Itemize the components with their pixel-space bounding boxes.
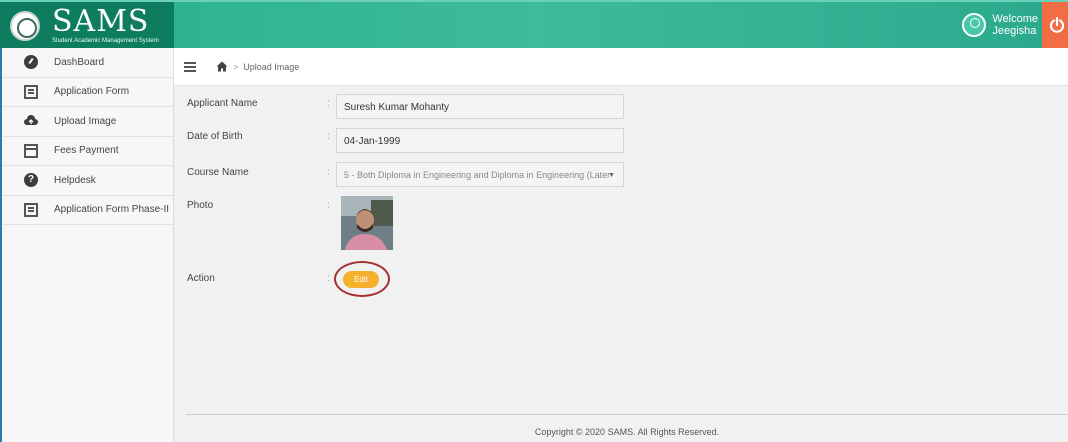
- logo-title: SAMS: [52, 4, 150, 39]
- menu-toggle-icon[interactable]: [184, 61, 196, 72]
- dashboard-icon: [24, 55, 38, 70]
- breadcrumb-current: Upload Image: [243, 61, 300, 72]
- footer: Copyright © 2020 SAMS. All Rights Reserv…: [186, 414, 1068, 442]
- colon: :: [327, 273, 330, 284]
- dob-field[interactable]: 04-Jan-1999: [336, 128, 624, 153]
- sidebar-item-label: Application Form Phase-II: [54, 204, 170, 216]
- sidebar-item-helpdesk[interactable]: ? Helpdesk: [2, 166, 173, 196]
- action-label: Action: [187, 273, 215, 284]
- dropdown-arrow-icon: ▼: [608, 172, 615, 179]
- sidebar-item-label: Fees Payment: [54, 145, 119, 157]
- odisha-seal-icon: [10, 11, 40, 41]
- sams-logo[interactable]: SAMS Student Academic Management System: [0, 2, 174, 50]
- colon: :: [327, 98, 330, 109]
- course-label: Course Name: [187, 167, 249, 178]
- sidebar-item-label: Upload Image: [54, 115, 117, 127]
- colon: :: [327, 200, 330, 211]
- logout-button[interactable]: [1042, 2, 1068, 50]
- logo-subtitle: Student Academic Management System: [52, 38, 159, 44]
- sidebar-item-label: Helpdesk: [54, 174, 96, 186]
- applicant-name-label: Applicant Name: [187, 98, 258, 109]
- sidebar-item-dashboard[interactable]: DashBoard: [2, 48, 173, 78]
- breadcrumb-separator: >: [233, 61, 239, 72]
- user-avatar-icon[interactable]: [962, 13, 987, 37]
- user-welcome[interactable]: Welcome Jeegisha: [962, 13, 1038, 37]
- form-icon: [24, 84, 38, 99]
- user-name: Jeegisha: [992, 25, 1037, 37]
- welcome-label: Welcome: [992, 13, 1038, 25]
- colon: :: [327, 167, 330, 178]
- power-icon: [1050, 17, 1064, 33]
- applicant-photo: [341, 196, 393, 250]
- sidebar-item-upload-image[interactable]: Upload Image: [2, 107, 173, 137]
- form-icon: [24, 202, 38, 217]
- cloud-upload-icon: [24, 114, 38, 128]
- course-select-value: 5 - Both Diploma in Engineering and Dipl…: [344, 170, 611, 180]
- sidebar-item-fees-payment[interactable]: Fees Payment: [2, 137, 173, 166]
- main-content: > Upload Image Applicant Name : Suresh K…: [174, 48, 1068, 442]
- colon: :: [327, 131, 330, 142]
- credit-card-icon: [24, 143, 38, 158]
- breadcrumb: > Upload Image: [174, 48, 1068, 86]
- sidebar-item-label: DashBoard: [54, 56, 105, 68]
- sidebar-item-application-form-phase-ii[interactable]: Application Form Phase-II: [2, 196, 173, 225]
- applicant-name-field[interactable]: Suresh Kumar Mohanty: [336, 94, 624, 119]
- course-select[interactable]: 5 - Both Diploma in Engineering and Dipl…: [336, 162, 624, 187]
- photo-label: Photo: [187, 200, 214, 211]
- help-icon: ?: [24, 173, 38, 188]
- edit-button[interactable]: Edit: [343, 271, 379, 288]
- sidebar-item-application-form[interactable]: Application Form: [2, 78, 173, 107]
- home-icon[interactable]: [216, 61, 228, 72]
- sidebar-nav: DashBoard Application Form Upload Image …: [0, 48, 174, 442]
- top-header: SAMS Student Academic Management System …: [0, 0, 1068, 50]
- dob-label: Date of Birth: [187, 131, 243, 142]
- sidebar-item-label: Application Form: [54, 86, 130, 98]
